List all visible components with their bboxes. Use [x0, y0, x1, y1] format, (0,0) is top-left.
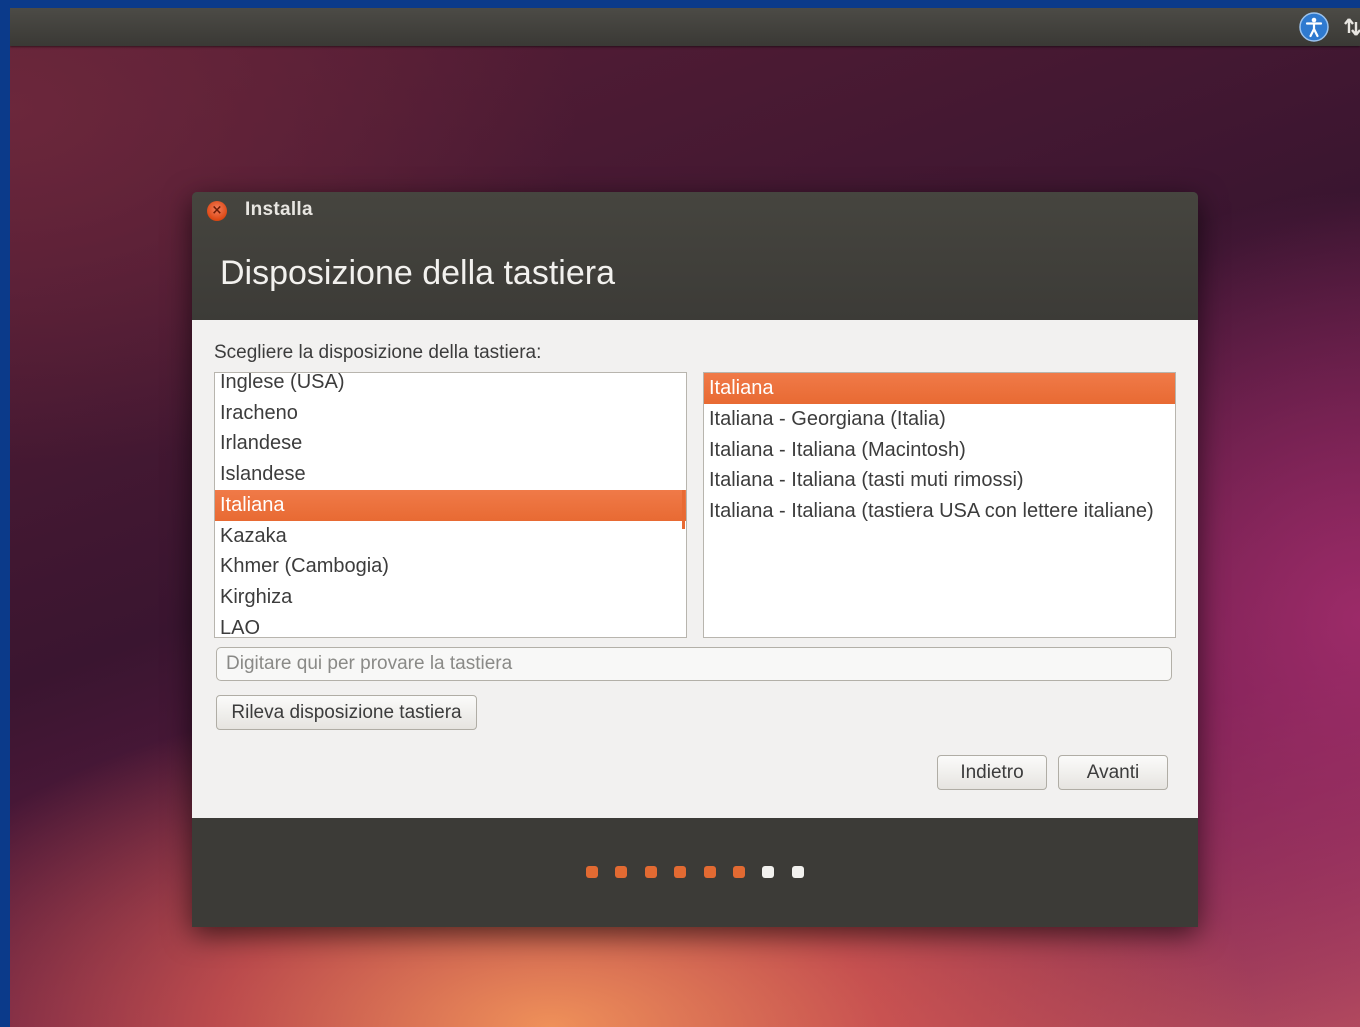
variant-list-item[interactable]: Italiana - Georgiana (Italia) [704, 404, 1175, 435]
progress-dot [703, 866, 716, 878]
layout-list-item-selected[interactable]: Italiana [215, 490, 686, 521]
layout-prompt-label: Scegliere la disposizione della tastiera… [214, 342, 542, 363]
variant-list[interactable]: Italiana Italiana - Georgiana (Italia) I… [703, 372, 1176, 638]
progress-footer [192, 818, 1198, 927]
detect-layout-button[interactable]: Rileva disposizione tastiera [216, 695, 477, 730]
layout-list-item[interactable]: Iracheno [215, 398, 686, 429]
progress-dot [791, 866, 804, 878]
top-panel [10, 8, 1360, 46]
variant-list-item[interactable]: Italiana - Italiana (tastiera USA con le… [704, 496, 1175, 527]
layout-list-item[interactable]: Kazaka [215, 521, 686, 552]
variant-list-item[interactable]: Italiana - Italiana (Macintosh) [704, 435, 1175, 466]
layout-list-item[interactable]: Kirghiza [215, 582, 686, 613]
close-icon[interactable]: × [207, 201, 227, 221]
window-title: Installa [245, 199, 313, 220]
progress-dot [644, 866, 657, 878]
progress-dot [762, 866, 775, 878]
layout-list-item[interactable]: LAO [215, 613, 686, 637]
layout-list-item[interactable]: Irlandese [215, 428, 686, 459]
layout-list-item[interactable]: Khmer (Cambogia) [215, 551, 686, 582]
progress-dot [615, 866, 628, 878]
page-title: Disposizione della tastiera [220, 254, 615, 292]
progress-dot [733, 866, 745, 878]
accessibility-icon[interactable] [1299, 12, 1329, 42]
layout-list-item[interactable]: Islandese [215, 459, 686, 490]
variant-list-item[interactable]: Italiana - Italiana (tasti muti rimossi) [704, 465, 1175, 496]
layout-list-scrollbar[interactable] [682, 490, 685, 529]
window-header: × Installa Disposizione della tastiera [192, 192, 1198, 320]
next-button[interactable]: Avanti [1058, 755, 1168, 790]
back-button[interactable]: Indietro [937, 755, 1047, 790]
progress-dot [586, 866, 598, 878]
desktop: × Installa Disposizione della tastiera S… [10, 8, 1360, 1027]
installer-window: × Installa Disposizione della tastiera S… [192, 192, 1198, 927]
progress-dot [674, 866, 687, 878]
variant-list-item-selected[interactable]: Italiana [704, 373, 1175, 404]
keyboard-test-input[interactable] [216, 647, 1172, 681]
content-area: Scegliere la disposizione della tastiera… [192, 320, 1198, 818]
layout-list-item[interactable]: Inglese (USA) [215, 373, 686, 398]
network-icon[interactable] [1344, 15, 1360, 39]
layout-list[interactable]: Inglese (USA) Iracheno Irlandese Islande… [214, 372, 687, 638]
